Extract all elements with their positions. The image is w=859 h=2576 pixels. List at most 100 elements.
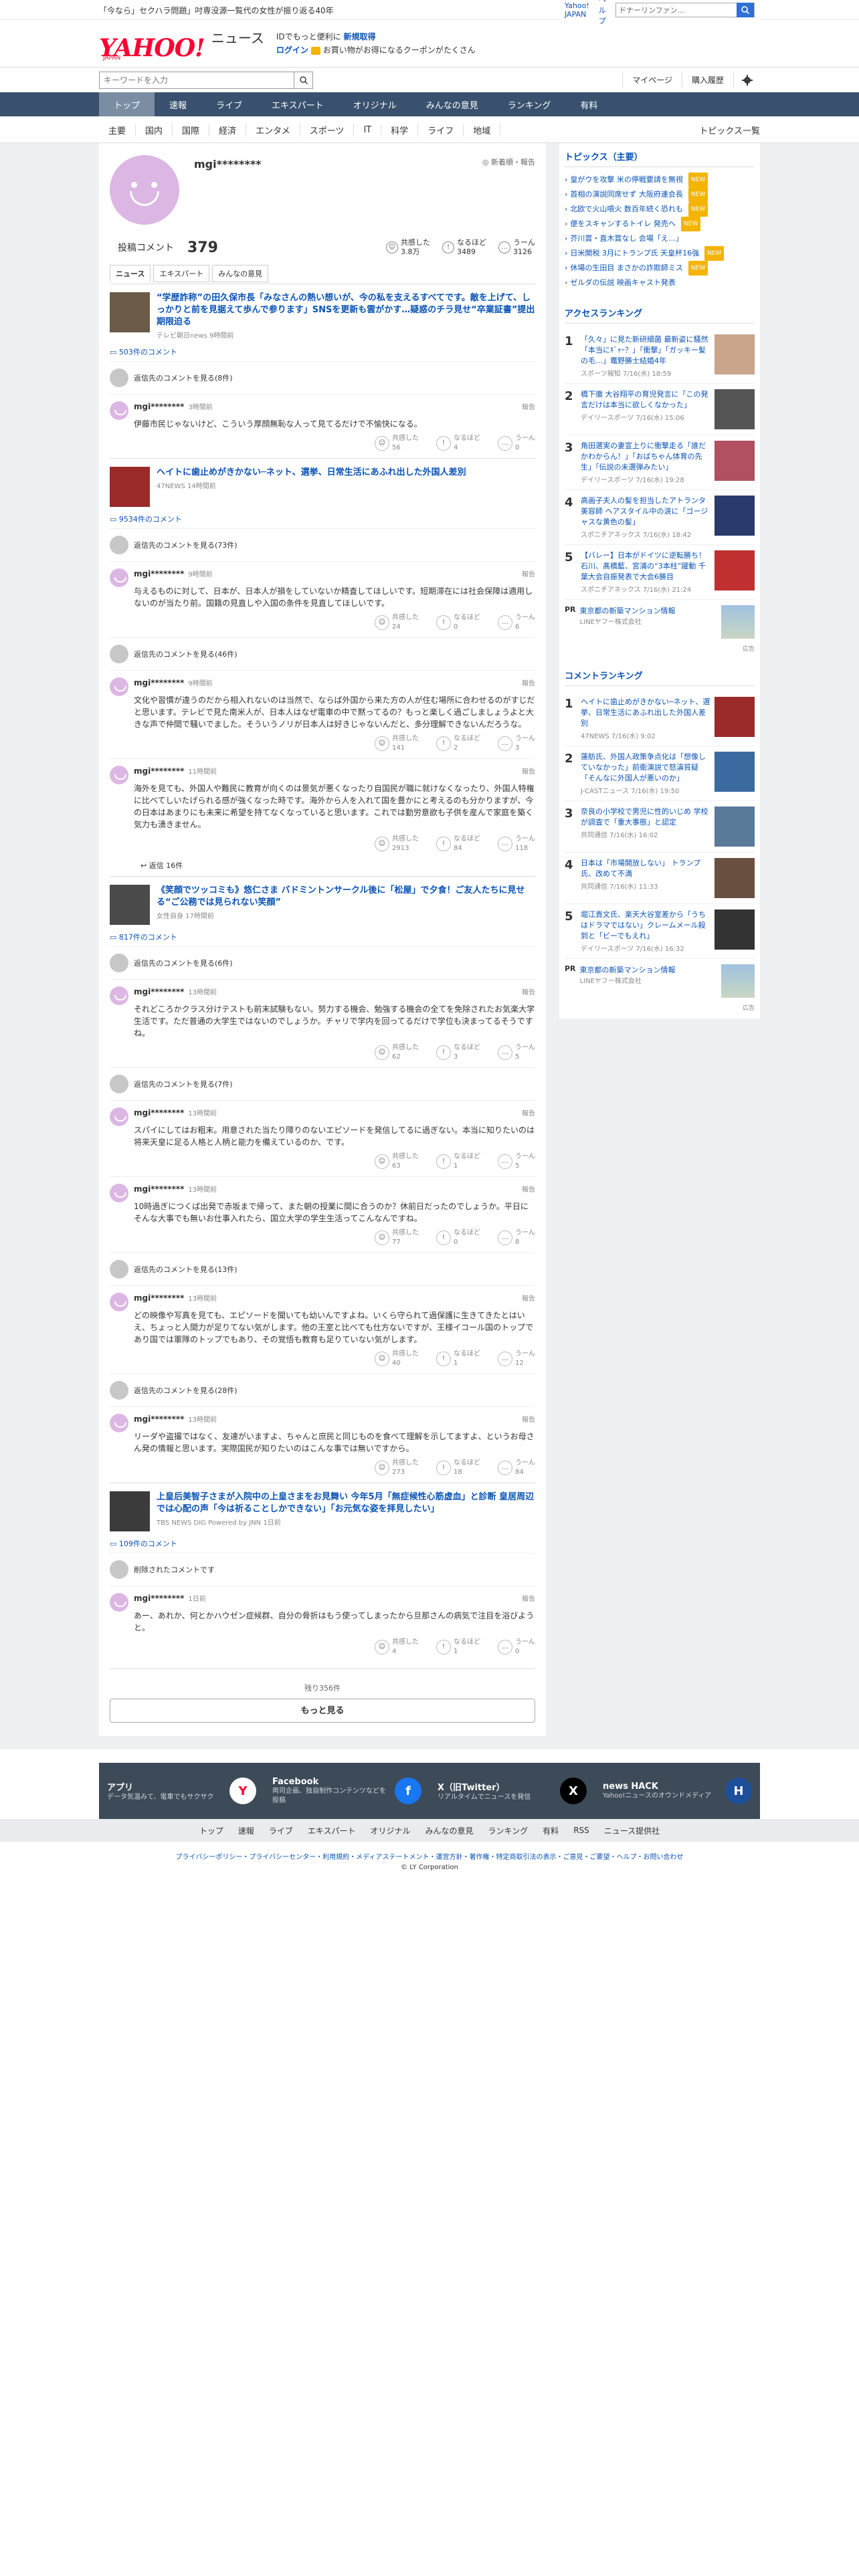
comment-count-link[interactable]: ▭ 9534件のコメント [110,514,535,524]
footer-nav-item[interactable]: 速報 [238,1825,254,1836]
footer-link-0[interactable]: アプリ データ気温みて、電車でもサクサク Y [99,1778,264,1804]
topic-item[interactable]: 首相の演説同席せず 大阪府連会長 NEW [565,187,755,202]
ranking-item[interactable]: 3 角田選実の妻宣上りに衝撃走る「誰だかわからん！」「おばちゃん体育の先生」「伝説… [565,435,755,490]
subnav-item[interactable]: 国際 [173,123,210,136]
parent-comment-toggle[interactable]: 返信先のコメントを見る(28件) [110,1374,535,1406]
footer-nav-item[interactable]: トップ [199,1825,223,1836]
uun-button[interactable]: … うーん 84 [498,1459,535,1477]
subnav-item[interactable]: IT [354,124,382,135]
settings-button[interactable] [733,72,760,88]
footer-nav-item[interactable]: ランキング [488,1825,529,1836]
article-title[interactable]: 上皇后美智子さまが入院中の上皇さまをお見舞い 今年5月「無症候性心筋虚血」と診断… [157,1492,534,1514]
report-link[interactable]: 報告 [522,568,535,578]
parent-comment-toggle[interactable]: 返信先のコメントを見る(46件) [110,637,535,670]
uun-button[interactable]: … うーん 0 [498,1638,535,1656]
footer-nav-item[interactable]: ライブ [269,1825,293,1836]
footer-nav-item[interactable]: ニュース提供社 [604,1825,660,1836]
topic-link[interactable]: 首相の演説同席せず 大阪府連会長 [570,187,683,202]
comment-count-link[interactable]: ▭ 503件のコメント [110,346,535,357]
topics-list-link[interactable]: トピックス一覧 [699,124,760,136]
nav-tab[interactable]: 有料 [565,92,612,116]
report-link[interactable]: 報告 [522,1414,535,1424]
ranking-title[interactable]: 堀江貴文氏、楽天大谷室差から「うちはドラマではない」クレームメール殺到と「ビーで… [581,910,706,940]
topic-link[interactable]: 北欧で火山噴火 数百年続く恐れも [570,202,683,217]
naruhodo-button[interactable]: ! なるほど 3 [436,1043,480,1062]
parent-comment-toggle[interactable]: 返信先のコメントを見る(13件) [110,1253,535,1285]
nav-tab[interactable]: ランキング [493,92,566,116]
ranking-title[interactable]: 蓮舫氏、外国人政策争点化は「想像していなかった」前衛演説で怒濤質疑「そんなに外国… [581,752,706,782]
subnav-item[interactable]: エンタメ [246,123,300,136]
topic-item[interactable]: 便をスキャンするトイレ 発売へ NEW [565,217,755,231]
article-thumbnail[interactable] [110,1491,150,1531]
report-link[interactable]: 報告 [522,986,535,996]
web-search-input[interactable] [616,3,737,17]
comment-author[interactable]: mgi******** [134,402,184,411]
topic-item[interactable]: 休場の生田目 まさかの詐欺師ミス NEW [565,261,755,276]
ranking-item[interactable]: 5 堀江貴文氏、楽天大谷室差から「うちはドラマではない」クレームメール殺到と「ビー… [565,904,755,959]
article-title[interactable]: ヘイトに歯止めがきかない─ネット、選挙、日常生活にあふれ出した外国人差別 [157,467,466,477]
article-title[interactable]: 《笑顔でツッコミも》悠仁さま バドミントンサークル後に「松屋」で夕食！ご友人たち… [157,885,525,907]
report-link[interactable]: 報告 [522,1184,535,1194]
article-thumbnail[interactable] [110,467,150,507]
footer-nav-item[interactable]: エキスパート [308,1825,356,1836]
naruhodo-button[interactable]: ! なるほど 4 [436,434,480,453]
parent-comment-toggle[interactable]: 返信先のコメントを見る(73件) [110,528,535,561]
comment-author[interactable]: mgi******** [134,1414,184,1424]
pr-ad-2[interactable]: PR 東京都の新築マンション情報 LINEヤフー株式会社 [565,959,755,1003]
comment-author[interactable]: mgi******** [134,678,184,687]
nav-tab[interactable]: ライブ [201,92,257,116]
topic-link[interactable]: 便をスキャンするトイレ 発売へ [570,217,676,231]
kyokan-button[interactable]: ☺ 共感した 40 [375,1350,419,1368]
ranking-title[interactable]: 奈良の小学校で男児に性的いじめ 学校が調査で「重大事態」と認定 [581,807,708,827]
comment-author[interactable]: mgi******** [134,1594,184,1603]
article-title[interactable]: “学歴詐称”の田久保市長「みなさんの熱い想いが、今の私を支えるすべてです。敵を上… [157,293,535,327]
uun-button[interactable]: … うーん 5 [498,1043,535,1062]
naruhodo-button[interactable]: ! なるほど 0 [436,613,480,632]
ranking-title[interactable]: ヘイトに歯止めがきかない─ネット、選挙、日常生活にあふれ出した外国人差別 [581,697,710,728]
comment-author[interactable]: mgi******** [134,1184,184,1194]
keyword-search-button[interactable] [294,72,312,88]
kyokan-button[interactable]: ☺ 共感した 141 [375,734,419,753]
ranking-title[interactable]: 「久々」に見た新研細菌 最新姿に騒然「本当にｷﾞｬｰ？」「衝撃」「ガッキー髪の毛… [581,335,708,365]
uun-button[interactable]: … うーん 3 [498,734,535,753]
naruhodo-button[interactable]: ! なるほど 1 [436,1152,480,1171]
ranking-item[interactable]: 1 ヘイトに歯止めがきかない─ネット、選挙、日常生活にあふれ出した外国人差別 47N… [565,691,755,746]
tab-opinion[interactable]: みんなの意見 [212,265,269,282]
topic-item[interactable]: 皇がウを攻撃 米の停戦要請を無視 NEW [565,173,755,187]
topic-link[interactable]: ゼルダの伝説 映画キャスト発表 [570,276,676,290]
kyokan-button[interactable]: ☺ 共感した 63 [375,1152,419,1171]
footer-link-3[interactable]: news HACK Yahoo!ニュースのオウンドメディア H [595,1778,760,1804]
naruhodo-button[interactable]: ! なるほど 2 [436,734,480,753]
ranking-title[interactable]: 【バレー】日本がドイツに逆転勝ち！石川、髙橋藍、宮浦の“3本柱”躍動 千葉大会自… [581,551,706,581]
topic-item[interactable]: 芥川賞・直木賞なし 会場「え…」 [565,231,755,246]
uun-button[interactable]: … うーん 0 [498,434,535,453]
ranking-title[interactable]: 角田選実の妻宣上りに衝撃走る「誰だかわからん！」「おばちゃん体育の先生」「伝説の… [581,441,706,471]
login-link[interactable]: ログイン [276,45,308,55]
more-button[interactable]: もっと見る [110,1699,535,1723]
tab-expert[interactable]: エキスパート [153,265,210,282]
parent-comment-toggle[interactable]: 返信先のコメントを見る(7件) [110,1067,535,1100]
ranking-item[interactable]: 2 蓮舫氏、外国人政策争点化は「想像していなかった」前衛演説で怒濤質疑「そんなに外… [565,746,755,801]
nav-tab[interactable]: みんなの意見 [411,92,493,116]
naruhodo-button[interactable]: ! なるほど 1 [436,1638,480,1656]
ranking-item[interactable]: 1 「久々」に見た新研細菌 最新姿に騒然「本当にｷﾞｬｰ？」「衝撃」「ガッキー髪の… [565,329,755,384]
nav-tab[interactable]: 速報 [155,92,201,116]
footer-nav-item[interactable]: みんなの意見 [425,1825,474,1836]
ranking-item[interactable]: 5 【バレー】日本がドイツに逆転勝ち！石川、髙橋藍、宮浦の“3本柱”躍動 千葉大会… [565,545,755,600]
topic-link[interactable]: 皇がウを攻撃 米の停戦要請を無視 [570,173,683,187]
comment-author[interactable]: mgi******** [134,766,184,776]
kyokan-button[interactable]: ☺ 共感した 4 [375,1638,419,1656]
parent-comment-toggle[interactable]: 返信先のコメントを見る(8件) [110,361,535,394]
comment-author[interactable]: mgi******** [134,569,184,578]
keyword-input[interactable] [100,72,294,88]
parent-comment-toggle[interactable]: 削除されたコメントです [110,1553,535,1586]
report-link[interactable]: 報告 [522,677,535,687]
ranking-title[interactable]: 橋下徹 大谷翔平の育児発言に「この発言だけは本当に欲しくなかった」 [581,390,708,409]
mypage-link[interactable]: マイページ [622,72,682,88]
legal-links[interactable]: プライバシーポリシー・プライバシーセンター・利用規約・メディアステートメント・運… [0,1842,859,1864]
topic-link[interactable]: 芥川賞・直木賞なし 会場「え…」 [570,231,683,246]
report-link[interactable]: 報告 [522,1107,535,1117]
nav-tab[interactable]: オリジナル [339,92,411,116]
uun-button[interactable]: … うーん 12 [498,1350,535,1368]
topic-item[interactable]: 北欧で火山噴火 数百年続く恐れも NEW [565,202,755,217]
